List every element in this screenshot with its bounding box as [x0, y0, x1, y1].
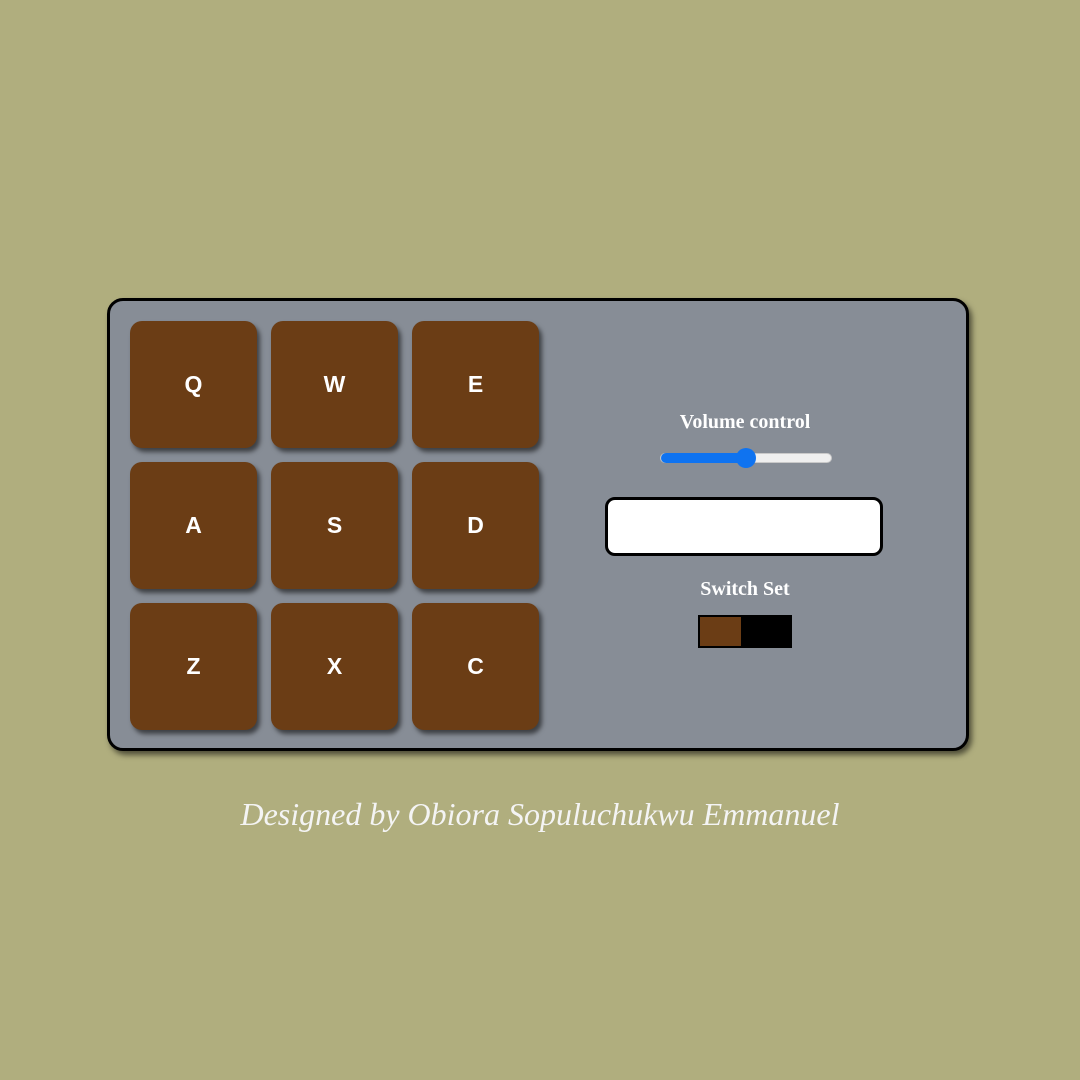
drum-pad-x[interactable]: X [271, 603, 398, 730]
switch-set-knob [700, 617, 741, 646]
drum-pad-grid: Q W E A S D Z X C [130, 321, 539, 730]
drum-pad-c[interactable]: C [412, 603, 539, 730]
controls-panel: Volume control Switch Set [605, 301, 885, 748]
volume-label: Volume control [679, 411, 811, 433]
drum-pad-a[interactable]: A [130, 462, 257, 589]
volume-slider[interactable] [660, 448, 832, 468]
drum-pad-d[interactable]: D [412, 462, 539, 589]
volume-slider-fill [661, 453, 746, 463]
drum-pad-e[interactable]: E [412, 321, 539, 448]
drum-pad-z[interactable]: Z [130, 603, 257, 730]
drum-pad-s[interactable]: S [271, 462, 398, 589]
sound-display [605, 497, 883, 556]
volume-slider-thumb[interactable] [736, 448, 756, 468]
switch-set-label: Switch Set [700, 578, 790, 600]
drum-pad-w[interactable]: W [271, 321, 398, 448]
drum-machine: Q W E A S D Z X C Volume control Switch … [107, 298, 969, 751]
drum-pad-q[interactable]: Q [130, 321, 257, 448]
switch-set-toggle[interactable] [698, 615, 792, 648]
designer-credit: Designed by Obiora Sopuluchukwu Emmanuel [240, 796, 840, 832]
